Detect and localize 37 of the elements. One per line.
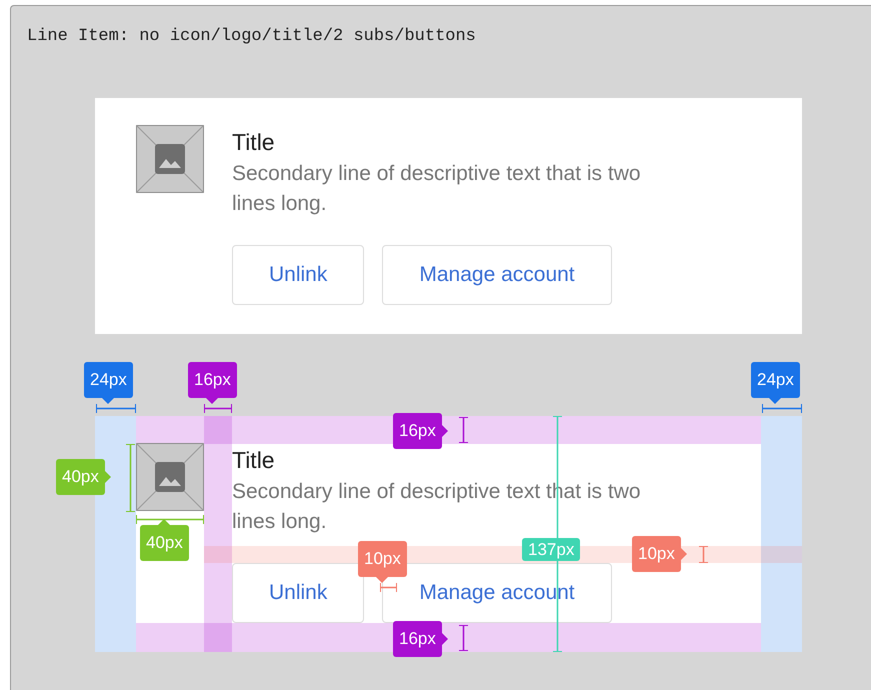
dimension-bracket — [380, 583, 397, 592]
pointer-icon — [442, 425, 448, 437]
image-placeholder-icon — [136, 443, 204, 511]
dimension-label: 40px — [140, 525, 189, 561]
secondary-text: Secondary line of descriptive text that is two lines long. — [232, 161, 642, 217]
pointer-icon — [680, 548, 687, 560]
action-button[interactable]: Unlink — [232, 245, 364, 305]
dimension-label: 16px — [393, 621, 442, 657]
dimension-bracket — [459, 625, 468, 651]
dimension-bracket — [762, 404, 802, 413]
item-title: Title — [232, 128, 276, 157]
pointer-icon — [104, 471, 111, 483]
pointer-icon — [376, 577, 388, 583]
action-button[interactable]: Unlink — [232, 563, 364, 623]
dimension-bracket — [459, 417, 468, 443]
dimension-bracket — [204, 404, 232, 413]
dimension-label: 16px — [393, 413, 442, 449]
pointer-icon — [442, 633, 448, 645]
dimension-label: 40px — [56, 459, 105, 495]
dimension-label: 24px — [751, 362, 800, 398]
image-placeholder-icon — [136, 125, 204, 193]
dimension-bracket — [96, 404, 136, 413]
dimension-label: 10px — [358, 541, 407, 577]
pointer-icon — [102, 398, 114, 404]
dimension-label: 24px — [84, 362, 133, 398]
pointer-icon — [206, 398, 218, 404]
dimension-label: 137px — [522, 538, 580, 561]
dimension-label: 10px — [632, 536, 681, 572]
pointer-icon — [769, 398, 782, 404]
dimension-bracket — [126, 444, 135, 512]
spec-heading: Line Item: no icon/logo/title/2 subs/buttons — [27, 26, 476, 48]
dimension-label: 16px — [188, 362, 237, 398]
pointer-icon — [158, 519, 170, 525]
item-title: Title — [232, 446, 276, 475]
dimension-bracket — [699, 546, 708, 563]
dimension-bracket — [136, 515, 204, 524]
action-button[interactable]: Manage account — [382, 245, 612, 305]
